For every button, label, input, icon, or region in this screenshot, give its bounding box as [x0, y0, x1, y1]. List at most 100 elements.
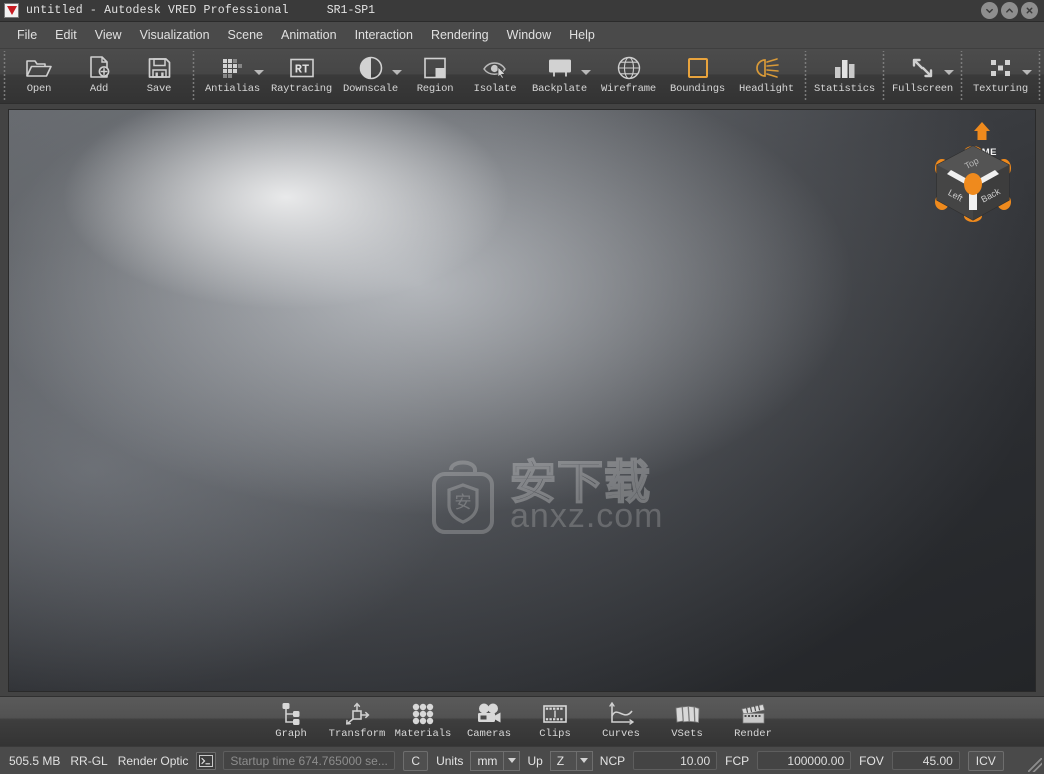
close-button[interactable] [1021, 2, 1038, 19]
toolbar-group-texturing: Texturing [966, 49, 1035, 103]
open-folder-icon [25, 54, 53, 81]
fullscreen-button[interactable]: Fullscreen [888, 49, 957, 103]
watermark-text: 安下载 anxz.com [509, 454, 664, 535]
svg-text:安: 安 [455, 493, 472, 513]
clips-button[interactable]: Clips [522, 697, 588, 746]
headlight-label: Headlight [739, 83, 794, 95]
toolbar-grip-display[interactable] [802, 51, 809, 101]
navigation-cube[interactable]: HOME [927, 118, 1027, 222]
up-axis-chevron-down-icon[interactable] [575, 750, 593, 771]
transform-axis-icon [344, 701, 370, 727]
antialias-dropdown-caret[interactable] [254, 70, 264, 75]
wireframe-label: Wireframe [601, 83, 656, 95]
toolbar-grip-render[interactable] [190, 51, 197, 101]
camera-icon [475, 701, 503, 727]
menu-scene[interactable]: Scene [219, 25, 272, 45]
curves-button[interactable]: Curves [588, 697, 654, 746]
window-title-version: SR1-SP1 [326, 4, 376, 17]
texturing-dropdown-caret[interactable] [1022, 70, 1032, 75]
console-clear-button[interactable]: C [403, 750, 429, 771]
menu-file[interactable]: File [8, 25, 46, 45]
ncp-input[interactable]: 10.00 [633, 751, 718, 770]
toolbar-grip-file[interactable] [1, 51, 8, 101]
render-label: Render [734, 728, 772, 740]
raytracing-button[interactable]: RT Raytracing [267, 49, 336, 103]
fullscreen-dropdown-caret[interactable] [944, 70, 954, 75]
graph-button[interactable]: Graph [258, 697, 324, 746]
save-button[interactable]: Save [129, 49, 189, 103]
texturing-dots-icon [987, 54, 1015, 81]
texturing-button[interactable]: Texturing [966, 49, 1035, 103]
memory-usage: 505.5 MB [9, 753, 61, 768]
downscale-dropdown-caret[interactable] [392, 70, 402, 75]
boundings-button[interactable]: Boundings [663, 49, 732, 103]
menu-interaction[interactable]: Interaction [346, 25, 422, 45]
transform-button[interactable]: Transform [324, 697, 390, 746]
cameras-label: Cameras [466, 728, 512, 740]
toolbar-group-file: Open Add Save [9, 49, 189, 103]
terminal-console-button[interactable] [196, 751, 217, 770]
backplate-label: Backplate [532, 83, 587, 95]
up-axis-select[interactable]: Z [549, 750, 593, 771]
bottom-toolbar: Graph Transform Materials Cameras Clips … [0, 696, 1044, 746]
render-button[interactable]: Render [720, 697, 786, 746]
fov-input[interactable]: 45.00 [891, 751, 960, 770]
toolbar-grip-texturing[interactable] [958, 51, 965, 101]
ncp-label: NCP [599, 753, 626, 768]
main-toolbar: Open Add Save Antialias RT Raytracing Do… [0, 49, 1044, 104]
raytracing-label: Raytracing [270, 83, 332, 95]
backplate-dropdown-caret[interactable] [581, 70, 591, 75]
add-button[interactable]: Add [69, 49, 129, 103]
cameras-button[interactable]: Cameras [456, 697, 522, 746]
menu-animation[interactable]: Animation [272, 25, 346, 45]
transform-label: Transform [328, 728, 386, 740]
render-viewport[interactable]: 安 安下载 anxz.com HOME [8, 109, 1036, 692]
save-label: Save [146, 83, 172, 95]
viewport-container: 安 安下载 anxz.com HOME [0, 104, 1044, 696]
add-label: Add [89, 83, 109, 95]
fcp-input[interactable]: 100000.00 [757, 751, 852, 770]
boundings-square-icon [685, 54, 711, 81]
units-select[interactable]: mm [470, 750, 521, 771]
menu-window[interactable]: Window [498, 25, 560, 45]
region-button[interactable]: Region [405, 49, 465, 103]
isolate-eye-icon [481, 54, 509, 81]
watermark-latin: anxz.com [510, 496, 664, 535]
isolate-button[interactable]: Isolate [465, 49, 525, 103]
wireframe-button[interactable]: Wireframe [594, 49, 663, 103]
up-axis-label: Up [527, 753, 543, 768]
open-button[interactable]: Open [9, 49, 69, 103]
variant-sets-pages-icon [673, 701, 701, 727]
minimize-button[interactable] [981, 2, 998, 19]
watermark-chinese: 安下载 [509, 454, 651, 509]
menu-edit[interactable]: Edit [46, 25, 86, 45]
toolbar-grip-fullscreen[interactable] [880, 51, 887, 101]
window-resize-grip[interactable] [1028, 758, 1042, 772]
fullscreen-label: Fullscreen [891, 83, 953, 95]
backplate-button[interactable]: Backplate [525, 49, 594, 103]
units-value: mm [470, 750, 504, 771]
vsets-button[interactable]: VSets [654, 697, 720, 746]
menu-view[interactable]: View [86, 25, 131, 45]
statistics-button[interactable]: Statistics [810, 49, 879, 103]
curves-label: Curves [602, 728, 640, 740]
units-chevron-down-icon[interactable] [503, 750, 521, 771]
fcp-label: FCP [725, 753, 750, 768]
region-label: Region [416, 83, 454, 95]
renderer-mode: RR-GL [70, 753, 108, 768]
film-clip-icon [541, 701, 569, 727]
materials-button[interactable]: Materials [390, 697, 456, 746]
startup-time-field[interactable]: Startup time 674.765000 se... [223, 751, 396, 770]
shield-bag-icon: 安 [424, 448, 502, 541]
render-optic: Render Optic [117, 753, 189, 768]
menu-rendering[interactable]: Rendering [422, 25, 498, 45]
toolbar-grip-ui[interactable] [1036, 51, 1043, 101]
antialias-button[interactable]: Antialias [198, 49, 267, 103]
maximize-button[interactable] [1001, 2, 1018, 19]
icv-button[interactable]: ICV [967, 750, 1004, 771]
downscale-button[interactable]: Downscale [336, 49, 405, 103]
headlight-button[interactable]: Headlight [732, 49, 801, 103]
headlight-lamp-icon [752, 54, 782, 81]
menu-help[interactable]: Help [560, 25, 604, 45]
menu-visualization[interactable]: Visualization [131, 25, 219, 45]
